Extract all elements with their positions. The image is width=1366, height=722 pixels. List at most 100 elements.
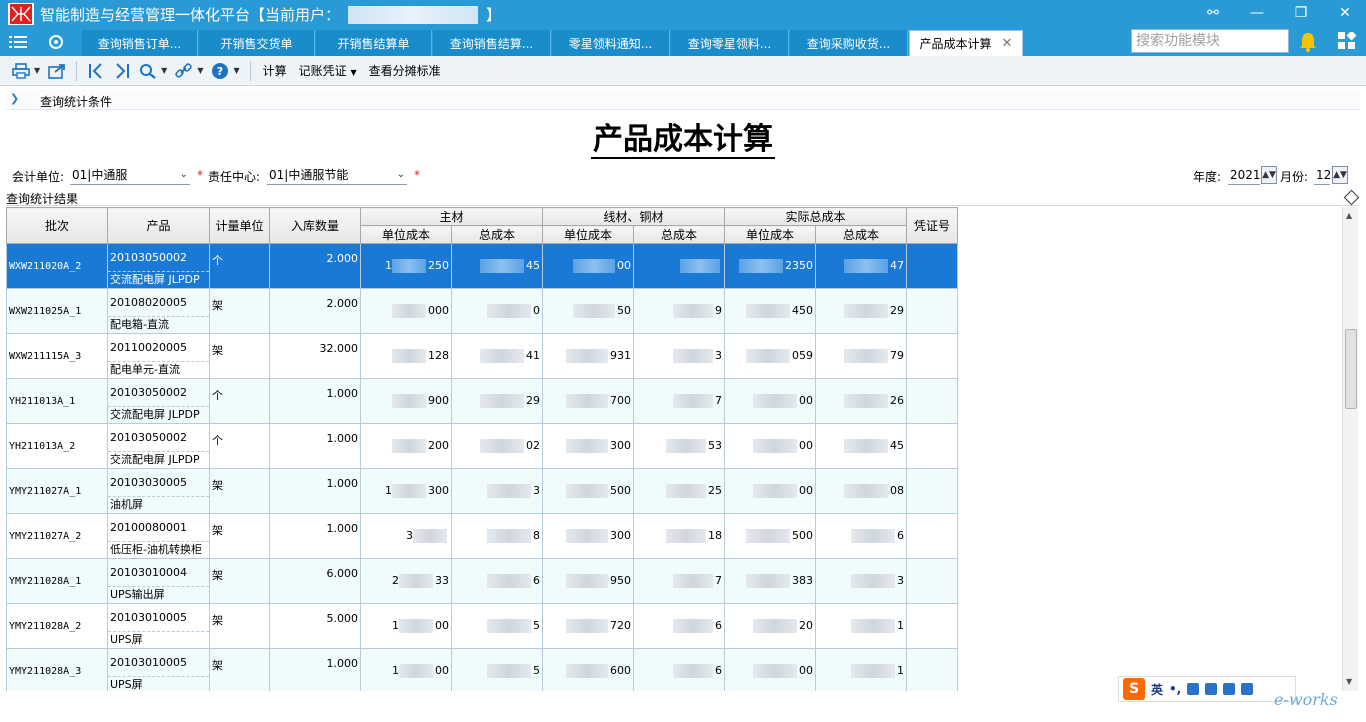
toolbox-icon[interactable] [1241,683,1254,695]
cost-cell[interactable]: 1 00 [360,648,452,691]
table-row[interactable]: WXW211020A_2 20103050002 交流配电屏 JLPDP 个 2.000… [6,243,958,289]
ime-language[interactable]: 英 [1151,681,1163,698]
search-input[interactable]: 搜索功能模块 [1131,29,1289,53]
unit-cell[interactable]: 架 [209,648,270,691]
cost-cell[interactable]: 1 [815,648,907,691]
cost-cell[interactable]: 900 [360,378,452,424]
cost-cell[interactable]: 3 [633,333,725,379]
batch-cell[interactable]: YMY211027A_1 [6,468,108,514]
product-cell[interactable]: 20100080001 低压柜-油机转换柜 [107,513,210,559]
cost-cell[interactable]: 300 [542,423,634,469]
cost-cell[interactable]: 2350 [724,243,816,289]
header-total-cost[interactable]: 总成本 [633,225,725,244]
cost-cell[interactable]: 6 [815,513,907,559]
qty-cell[interactable]: 1.000 [269,468,361,514]
cost-cell[interactable]: 5 [451,648,543,691]
header-cable-copper[interactable]: 线材、铜材 [542,207,725,226]
cost-cell[interactable]: 059 [724,333,816,379]
chevron-right-icon[interactable]: ❯ [10,92,19,105]
scrollbar-thumb[interactable] [1345,329,1357,409]
voucher-cell[interactable] [906,333,958,379]
cost-cell[interactable]: 29 [815,288,907,334]
cost-cell[interactable]: 950 [542,558,634,604]
voucher-cell[interactable] [906,243,958,289]
cost-cell[interactable]: 1 300 [360,468,452,514]
gear-icon[interactable] [46,32,66,52]
vertical-scrollbar[interactable]: ▲ ▼ [1342,207,1358,691]
batch-cell[interactable]: YMY211027A_2 [6,513,108,559]
unit-cell[interactable]: 架 [209,288,270,334]
table-row[interactable]: YH211013A_1 20103050002 交流配电屏 JLPDP 个 1.000 9… [6,378,958,424]
qty-cell[interactable]: 32.000 [269,333,361,379]
product-cell[interactable]: 20103010004 UPS输出屏 [107,558,210,604]
bell-icon[interactable] [1298,31,1318,56]
table-row[interactable]: YMY211028A_3 20103010005 UPS屏架 1.000 1 00 5 600… [6,648,958,691]
cost-cell[interactable]: 08 [815,468,907,514]
header-voucher[interactable]: 凭证号 [906,207,958,244]
cost-cell[interactable]: 200 [360,423,452,469]
close-icon[interactable]: ✕ [1336,4,1354,22]
qty-cell[interactable]: 1.000 [269,648,361,691]
skin-icon[interactable] [1223,683,1236,695]
cost-cell[interactable]: 41 [451,333,543,379]
cost-cell[interactable]: 3 [815,558,907,604]
cost-cell[interactable]: 3 [451,468,543,514]
print-button[interactable]: ▼ [8,59,44,83]
month-spinner[interactable]: ▲▼ [1332,166,1348,184]
punctuation-icon[interactable]: •, [1169,682,1181,696]
header-main-material[interactable]: 主材 [360,207,543,226]
cost-cell[interactable]: 6 [451,558,543,604]
voucher-cell[interactable] [906,288,958,334]
cost-cell[interactable]: 00 [724,378,816,424]
product-cell[interactable]: 20103050002 交流配电屏 JLPDP [107,378,210,424]
unit-cell[interactable]: 架 [209,513,270,559]
cost-cell[interactable]: 47 [815,243,907,289]
header-batch[interactable]: 批次 [6,207,108,244]
help-button[interactable]: ? ▼ [207,59,243,83]
batch-cell[interactable]: YH211013A_2 [6,423,108,469]
link-button[interactable]: ▼ [171,59,207,83]
first-page-button[interactable] [83,59,109,83]
unit-cell[interactable]: 个 [209,243,270,289]
tab-query-sales-settlement[interactable]: 查询销售结算... [433,30,551,56]
voucher-cell[interactable] [906,423,958,469]
voucher-cell[interactable] [906,378,958,424]
header-unit-cost[interactable]: 单位成本 [360,225,452,244]
product-cell[interactable]: 20103030005 油机屏 [107,468,210,514]
microphone-icon[interactable] [1187,683,1200,695]
unit-cell[interactable]: 个 [209,378,270,424]
cost-cell[interactable]: 79 [815,333,907,379]
year-field[interactable]: 2021 [1228,165,1261,185]
tab-query-misc-material[interactable]: 查询零星领料... [671,30,789,56]
table-row[interactable]: WXW211115A_3 20110020005 配电单元-直流架 32.000 128… [6,333,958,379]
header-unit-cost[interactable]: 单位成本 [724,225,816,244]
cost-cell[interactable]: 1 250 [360,243,452,289]
cost-cell[interactable]: 26 [815,378,907,424]
cost-cell[interactable]: 7 [633,558,725,604]
calc-button[interactable]: 计算 [257,62,293,79]
last-page-button[interactable] [109,59,135,83]
cost-cell[interactable]: 0 [451,288,543,334]
cost-cell[interactable]: 3 [360,513,452,559]
cost-cell[interactable]: 20 [724,603,816,649]
cost-cell[interactable]: 6 [633,648,725,691]
month-field[interactable]: 12 [1314,165,1331,185]
voucher-cell[interactable] [906,603,958,649]
cost-cell[interactable]: 600 [542,648,634,691]
batch-cell[interactable]: WXW211020A_2 [6,243,108,289]
qty-cell[interactable]: 5.000 [269,603,361,649]
product-cell[interactable]: 20103010005 UPS屏 [107,603,210,649]
scroll-down-icon[interactable]: ▼ [1346,677,1352,686]
header-qty[interactable]: 入库数量 [269,207,361,244]
header-total-cost[interactable]: 总成本 [451,225,543,244]
table-row[interactable]: YMY211027A_1 20103030005 油机屏架 1.000 1 300 3 500… [6,468,958,514]
cost-cell[interactable]: 383 [724,558,816,604]
unit-cell[interactable]: 架 [209,558,270,604]
tab-close-icon[interactable]: ✕ [1002,36,1013,51]
header-unit[interactable]: 计量单位 [209,207,270,244]
batch-cell[interactable]: YMY211028A_1 [6,558,108,604]
unit-cell[interactable]: 架 [209,603,270,649]
qty-cell[interactable]: 6.000 [269,558,361,604]
header-total-cost[interactable]: 总成本 [815,225,907,244]
cost-cell[interactable]: 8 [451,513,543,559]
